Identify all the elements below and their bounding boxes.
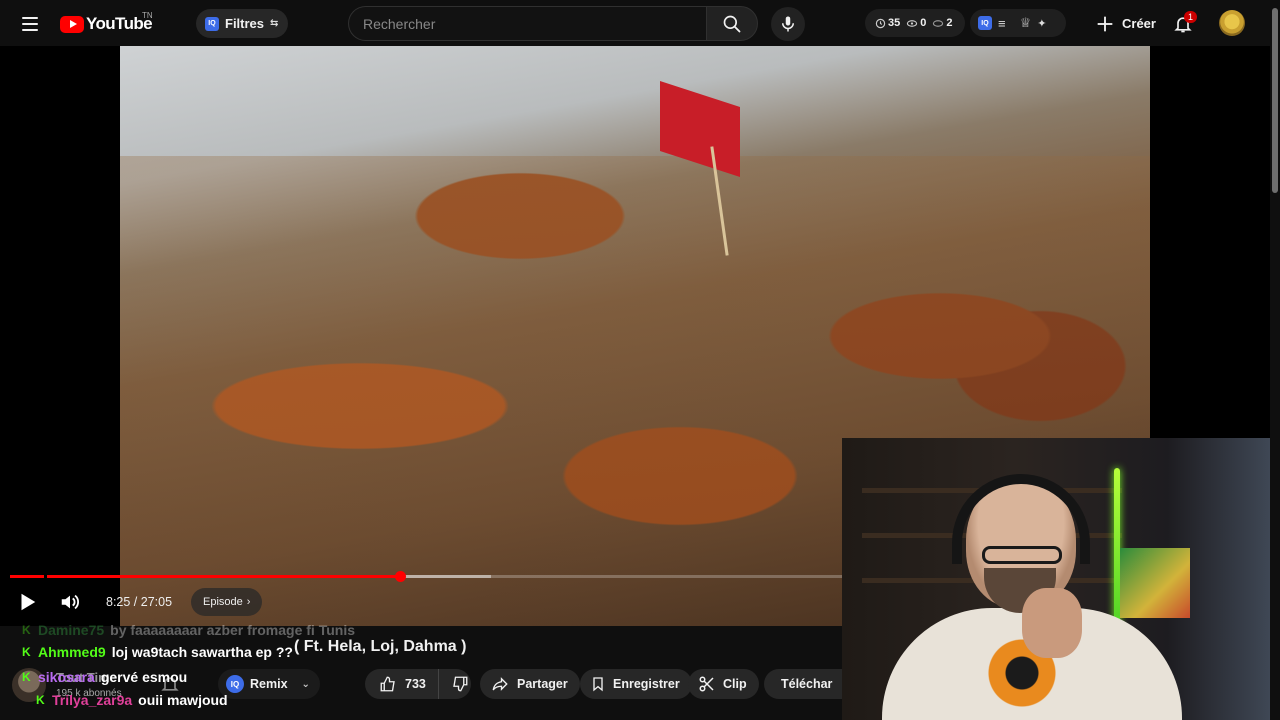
clock-icon — [875, 18, 886, 28]
filters-button[interactable]: IQ Filtres ⇆ — [196, 9, 289, 38]
search-icon — [723, 15, 741, 32]
kick-badge-icon: K — [22, 623, 31, 637]
microphone-icon — [782, 16, 794, 32]
player-controls: 8:25 / 27:05 Episode › — [0, 587, 840, 617]
clip-button[interactable]: Clip — [688, 669, 759, 699]
streamer-hand — [1022, 588, 1082, 658]
chat-text: loj wa9tach sawartha ep ?? — [111, 644, 293, 660]
voice-search-button[interactable] — [771, 7, 805, 41]
iq-extension-icon: IQ — [205, 16, 219, 31]
sliders-icon: ⇆ — [270, 18, 279, 29]
remix-label: Remix — [250, 677, 288, 691]
remix-button[interactable]: IQ Remix ⌄ — [218, 669, 320, 699]
chapter-gap — [44, 575, 47, 578]
top-bar: YouTube TN IQ Filtres ⇆ 35 0 — [0, 0, 1280, 46]
hamburger-icon[interactable] — [14, 8, 46, 40]
thumbs-down-icon — [453, 676, 468, 692]
save-button[interactable]: Enregistrer — [580, 669, 692, 699]
scrubber-handle[interactable] — [395, 571, 406, 582]
plus-icon — [1097, 16, 1113, 31]
youtube-watch-page: YouTube TN IQ Filtres ⇆ 35 0 — [0, 0, 1280, 720]
share-arrow-icon — [492, 677, 508, 691]
chat-message: K Damine75 by faaaaaaaar azber fromage f… — [22, 622, 355, 638]
like-dislike-group: 733 — [365, 669, 471, 699]
trophy-icon[interactable]: ♕ — [1020, 15, 1032, 31]
chat-text: by faaaaaaaar azber fromage fi Tunis — [110, 622, 355, 638]
kick-badge-icon: K — [22, 645, 31, 659]
like-button[interactable]: 733 — [365, 669, 439, 699]
chat-message: K Ahmmed9 loj wa9tach sawartha ep ?? — [22, 644, 293, 660]
stat-hidden: 2 — [932, 17, 953, 29]
save-label: Enregistrer — [613, 677, 680, 691]
download-button[interactable]: Téléchar — [764, 669, 842, 699]
stat-watching-value: 0 — [920, 17, 927, 29]
chapter-chip[interactable]: Episode › — [191, 588, 263, 616]
video-title: ( Ft. Hela, Loj, Dahma ) — [294, 638, 467, 655]
sparkle-icon[interactable]: ✦ — [1037, 17, 1046, 30]
scrollbar-thumb[interactable] — [1272, 8, 1278, 193]
eye-icon — [907, 19, 918, 27]
streamer-webcam — [842, 438, 1276, 720]
kick-badge-icon: K — [36, 693, 45, 707]
eye-outline-icon — [933, 19, 944, 27]
share-label: Partager — [517, 677, 568, 691]
chat-message: K sikosara gervé esmou — [22, 669, 187, 685]
chat-message: K Trilya_zar9a ouii mawjoud — [36, 692, 228, 708]
chat-text: ouii mawjoud — [138, 692, 228, 708]
play-icon — [21, 593, 36, 611]
bookmark-icon — [593, 677, 603, 692]
stat-views-value: 35 — [888, 17, 901, 29]
stat-views: 35 — [875, 17, 900, 29]
page-scrollbar[interactable] — [1270, 0, 1280, 720]
like-count: 733 — [405, 677, 426, 691]
create-label: Créer — [1122, 16, 1156, 31]
chat-username: sikosara — [38, 669, 95, 685]
chat-username: Ahmmed9 — [38, 644, 106, 660]
chat-username: Damine75 — [38, 622, 105, 638]
search-input[interactable] — [363, 15, 706, 32]
download-label: Téléchar — [781, 677, 833, 691]
wall-poster — [1120, 548, 1190, 618]
notification-count: 1 — [1184, 11, 1198, 23]
clip-label: Clip — [723, 677, 747, 691]
youtube-play-icon — [60, 15, 84, 33]
time-display: 8:25 / 27:05 — [106, 595, 173, 609]
scissors-icon — [699, 676, 714, 692]
create-button[interactable]: Créer — [1090, 7, 1168, 40]
kick-badge-icon: K — [22, 670, 31, 684]
search-box — [348, 6, 706, 41]
list-icon[interactable]: ≡ — [998, 16, 1006, 31]
filters-label: Filtres — [225, 16, 265, 31]
played-bar — [10, 575, 400, 578]
stat-watching: 0 — [906, 17, 926, 29]
play-button[interactable] — [16, 591, 38, 613]
share-button[interactable]: Partager — [480, 669, 580, 699]
iq-remix-icon: IQ — [226, 675, 244, 693]
volume-button[interactable] — [58, 591, 82, 613]
extension-tools: IQ ≡ ♕ ✦ — [970, 9, 1066, 37]
chevron-right-icon: › — [246, 596, 251, 608]
stat-hidden-value: 2 — [946, 17, 953, 29]
extension-stats[interactable]: 35 0 2 — [865, 9, 965, 37]
search-button[interactable] — [706, 6, 758, 41]
country-code: TN — [142, 11, 153, 20]
chat-username: Trilya_zar9a — [52, 692, 133, 708]
chat-text: gervé esmou — [100, 669, 188, 685]
notifications-button[interactable]: 1 — [1166, 7, 1200, 41]
chevron-down-icon: ⌄ — [301, 678, 310, 690]
account-avatar[interactable] — [1219, 10, 1245, 36]
dislike-button[interactable] — [439, 669, 481, 699]
youtube-logo[interactable]: YouTube TN — [60, 11, 153, 36]
iq-icon[interactable]: IQ — [978, 16, 992, 30]
volume-icon — [61, 594, 79, 610]
thumbs-up-icon — [380, 676, 395, 692]
chapter-label: Episode — [203, 596, 243, 608]
